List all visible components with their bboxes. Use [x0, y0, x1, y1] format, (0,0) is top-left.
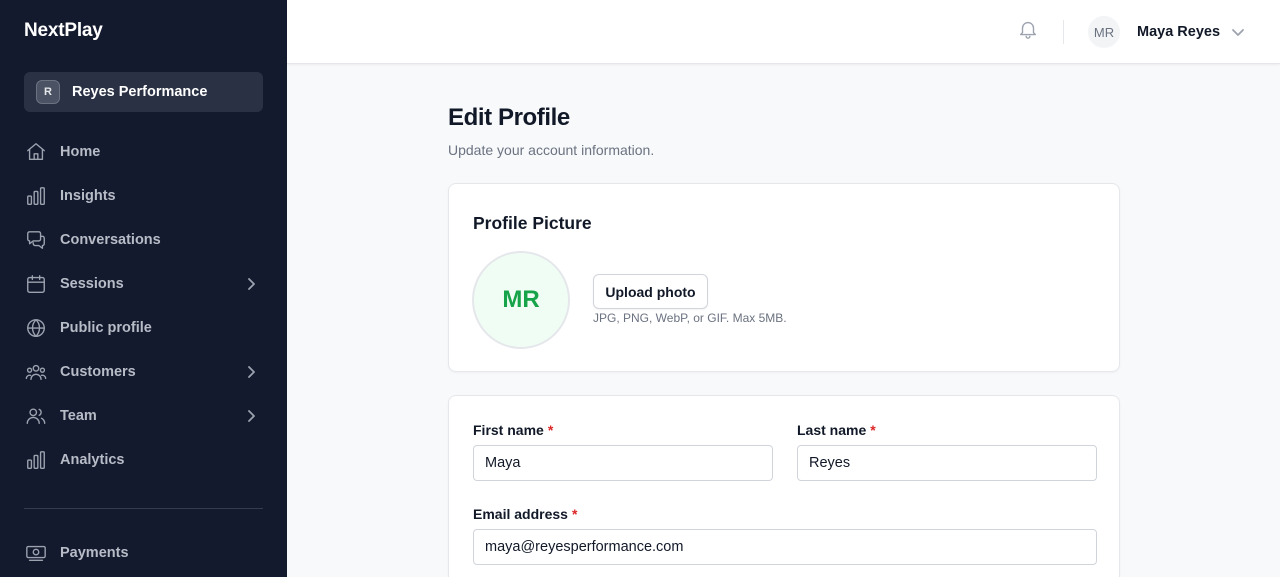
- email-label-text: Email address: [473, 506, 568, 522]
- chevron-right-icon[interactable]: [243, 364, 259, 380]
- chevron-right-icon[interactable]: [243, 408, 259, 424]
- page-title: Edit Profile: [448, 104, 570, 131]
- first-name-field[interactable]: [473, 445, 773, 481]
- sidebar-item-home[interactable]: Home: [24, 136, 263, 168]
- last-name-label-text: Last name: [797, 422, 867, 438]
- sidebar-item-label: Analytics: [60, 452, 125, 468]
- last-name-label: Last name *: [797, 422, 876, 438]
- calendar-icon: [24, 272, 48, 296]
- cash-icon: [24, 541, 48, 565]
- required-marker: *: [571, 506, 578, 522]
- sidebar-item-team[interactable]: Team: [24, 400, 263, 432]
- page-subtitle: Update your account information.: [448, 142, 655, 158]
- first-name-label-text: First name: [473, 422, 544, 438]
- top-bar: MR Maya Reyes: [287, 0, 1280, 64]
- bell-icon[interactable]: [1017, 18, 1039, 40]
- sidebar-divider: [24, 508, 263, 509]
- brand-logo[interactable]: NextPlay: [24, 20, 103, 42]
- avatar: MR: [1088, 16, 1120, 48]
- users-group-icon: [24, 360, 48, 384]
- profile-picture-title: Profile Picture: [473, 213, 592, 233]
- sidebar-item-insights[interactable]: Insights: [24, 180, 263, 212]
- topbar-divider: [1063, 20, 1064, 44]
- sidebar-item-label: Home: [60, 144, 101, 160]
- upload-photo-button[interactable]: Upload photo: [593, 274, 708, 309]
- profile-avatar: MR: [472, 251, 570, 349]
- email-field[interactable]: [473, 529, 1097, 565]
- sidebar-item-label: Sessions: [60, 276, 124, 292]
- sidebar: NextPlay R Reyes Performance Home Insigh…: [0, 0, 287, 577]
- sidebar-item-label: Payments: [60, 545, 129, 561]
- user-name: Maya Reyes: [1137, 24, 1221, 40]
- sidebar-item-label: Public profile: [60, 320, 152, 336]
- user-menu[interactable]: MR Maya Reyes: [1088, 16, 1246, 48]
- sidebar-item-label: Customers: [60, 364, 136, 380]
- sidebar-item-conversations[interactable]: Conversations: [24, 224, 263, 256]
- home-icon: [24, 140, 48, 164]
- workspace-name: Reyes Performance: [72, 84, 208, 100]
- sidebar-item-analytics[interactable]: Analytics: [24, 444, 263, 476]
- sidebar-item-label: Team: [60, 408, 97, 424]
- chevron-right-icon[interactable]: [243, 276, 259, 292]
- sidebar-item-customers[interactable]: Customers: [24, 356, 263, 388]
- email-label: Email address *: [473, 506, 577, 522]
- chevron-down-icon: [1230, 24, 1246, 40]
- sidebar-item-label: Conversations: [60, 232, 161, 248]
- chat-bubbles-icon: [24, 228, 48, 252]
- workspace-badge: R: [36, 80, 60, 104]
- first-name-label: First name *: [473, 422, 553, 438]
- sidebar-item-payments[interactable]: Payments: [24, 537, 263, 569]
- users-icon: [24, 404, 48, 428]
- sidebar-item-sessions[interactable]: Sessions: [24, 268, 263, 300]
- bar-chart-icon: [24, 184, 48, 208]
- globe-icon: [24, 316, 48, 340]
- last-name-field[interactable]: [797, 445, 1097, 481]
- sidebar-item-label: Insights: [60, 188, 116, 204]
- upload-hint: JPG, PNG, WebP, or GIF. Max 5MB.: [593, 311, 787, 325]
- profile-form-card: First name* Last name* Email address*: [448, 395, 1120, 577]
- bar-chart-icon: [24, 448, 48, 472]
- profile-picture-card: Profile Picture MR Upload photo JPG, PNG…: [448, 183, 1120, 372]
- sidebar-item-public-profile[interactable]: Public profile: [24, 312, 263, 344]
- required-marker: *: [870, 422, 876, 438]
- workspace-switcher[interactable]: R Reyes Performance: [24, 72, 263, 112]
- required-marker: *: [547, 422, 554, 438]
